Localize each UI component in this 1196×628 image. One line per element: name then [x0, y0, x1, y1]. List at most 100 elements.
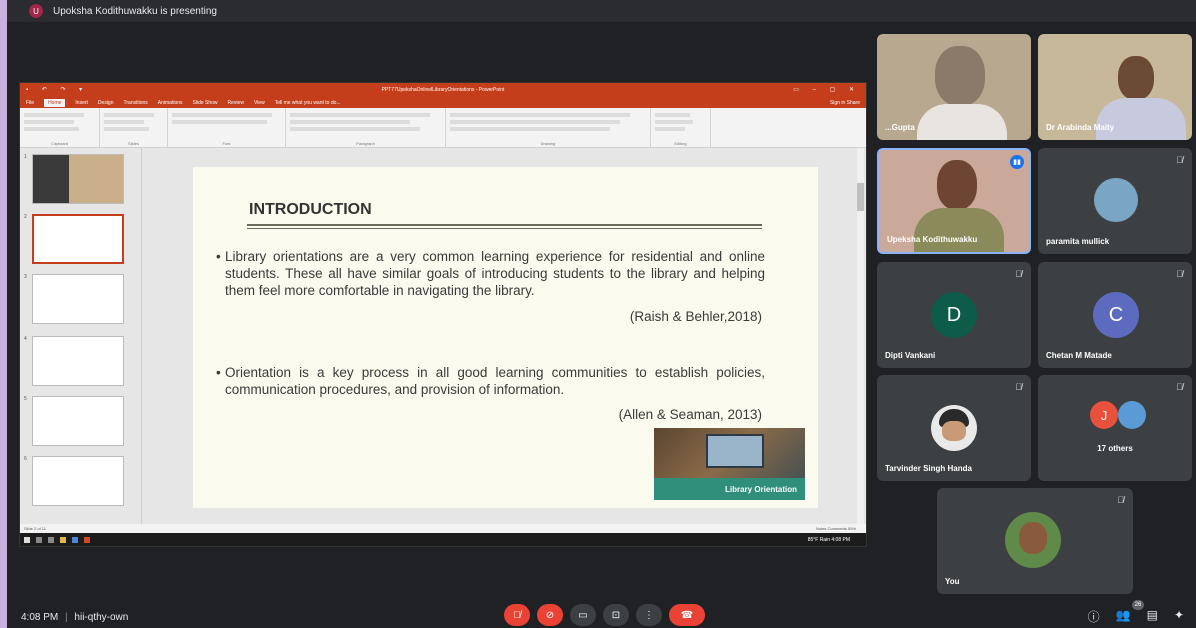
slide-scrollbar	[857, 148, 864, 524]
participant-photo	[931, 405, 977, 451]
more-icon[interactable]: ⋮	[636, 604, 662, 626]
heading-rule	[247, 224, 762, 226]
participant-tile-5[interactable]: 🎙̸ D Dipti Vankani	[877, 262, 1031, 368]
tab-animations: Animations	[157, 99, 183, 106]
speaking-indicator-icon: ▮▮	[1010, 155, 1024, 169]
participant-tile-3[interactable]: ▮▮ Upeksha Kodithuwakku	[877, 148, 1031, 254]
ribbon-group-clipboard: Clipboard	[20, 108, 100, 147]
participant-video	[935, 46, 985, 106]
meeting-code: hii-qthy-own	[74, 612, 129, 623]
slide-thumb-1	[32, 154, 124, 204]
ribbon: Clipboard Slides Font Paragraph Drawing …	[20, 108, 866, 148]
participant-name: ...Gupta	[885, 123, 915, 132]
others-photo	[1118, 401, 1146, 429]
quick-access-icons: ▪ ↶ ↷ ▾	[26, 87, 89, 93]
mic-off-icon[interactable]: 🎙̸	[504, 604, 530, 626]
camera-off-icon[interactable]: ⊘	[537, 604, 563, 626]
powerpoint-titlebar: ▪ ↶ ↷ ▾ PPT77UpekshaOnlinelLibraryOrient…	[20, 83, 866, 97]
slide-thumb-3	[32, 274, 124, 324]
participant-name: paramita mullick	[1046, 237, 1110, 246]
task-view-icon	[48, 536, 54, 543]
info-icon[interactable]: ⓘ	[1088, 608, 1100, 625]
start-icon	[24, 536, 30, 543]
ribbon-group-font: Font	[168, 108, 286, 147]
participant-avatar: D	[931, 292, 977, 338]
participant-name: Dr Arabinda Maity	[1046, 123, 1115, 132]
tab-insert: Insert	[75, 99, 88, 106]
current-slide: INTRODUCTION Library orientations are a …	[193, 167, 818, 508]
call-controls: 🎙̸ ⊘ ▭ ⊡ ⋮ ☎	[504, 604, 705, 626]
powerpoint-body: 1 2 3 4 5 6 INTRODUCTION Library orienta…	[20, 148, 866, 524]
tab-design: Design	[97, 99, 114, 106]
presenter-avatar: U	[29, 4, 43, 18]
ribbon-group-paragraph: Paragraph	[286, 108, 446, 147]
mic-off-icon: 🎙̸	[1176, 269, 1183, 279]
participant-avatar: C	[1093, 292, 1139, 338]
participant-name: Dipti Vankani	[885, 351, 936, 360]
others-count: 17 others	[1097, 444, 1133, 453]
mic-off-icon: 🎙̸	[1117, 495, 1124, 505]
participant-tile-6[interactable]: 🎙̸ C Chetan M Matade	[1038, 262, 1192, 368]
participant-name: Upeksha Kodithuwakku	[887, 235, 978, 244]
meeting-time-code: 4:08 PM | hii-qthy-own	[21, 612, 129, 623]
mic-off-icon: 🎙̸	[1176, 155, 1183, 165]
slide-bullet-1: Library orientations are a very common l…	[216, 248, 765, 299]
tab-home: Home	[44, 98, 66, 107]
participant-tile-others[interactable]: 🎙̸ J 17 others	[1038, 375, 1192, 481]
participant-video	[937, 160, 977, 210]
slide-thumb-5	[32, 396, 124, 446]
windows-taskbar: 85°F Rain 4:08 PM	[20, 533, 866, 546]
tab-slideshow: Slide Show	[192, 99, 218, 106]
window-controls-icon: ▭ – ▢ ✕	[793, 87, 860, 93]
present-icon[interactable]: ⊡	[603, 604, 629, 626]
slide-counter: Slide 2 of 11	[24, 526, 46, 531]
self-tile[interactable]: 🎙̸ You	[937, 488, 1133, 594]
slide-thumb-6	[32, 456, 124, 506]
slide-citation-2: (Allen & Seaman, 2013)	[618, 407, 762, 422]
slide-thumb-4	[32, 336, 124, 386]
people-icon[interactable]: 👥	[1116, 608, 1131, 625]
powerpoint-taskbar-icon	[84, 536, 90, 543]
activities-icon[interactable]: ✦	[1174, 608, 1184, 625]
tab-transitions: Transitions	[123, 99, 148, 106]
meet-window: U Upoksha Kodithuwakku is presenting ▪ ↶…	[7, 0, 1196, 628]
participant-name: Tarvinder Singh Handa	[885, 464, 972, 473]
heading-rule-thin	[247, 228, 762, 229]
search-icon	[36, 536, 42, 543]
chat-icon[interactable]: ▤	[1147, 608, 1158, 625]
slide-thumbnails: 1 2 3 4 5 6	[20, 148, 142, 524]
participant-tile-4[interactable]: 🎙̸ paramita mullick	[1038, 148, 1192, 254]
others-avatar: J	[1090, 401, 1118, 429]
side-controls: ⓘ 👥 ▤ ✦	[1088, 608, 1184, 625]
self-photo	[1005, 512, 1061, 568]
system-tray: 85°F Rain 4:08 PM	[807, 536, 850, 543]
ribbon-group-editing: Editing	[651, 108, 711, 147]
ribbon-tabs: File Home Insert Design Transitions Anim…	[20, 97, 866, 108]
mic-off-icon: 🎙̸	[1015, 269, 1022, 279]
mic-off-icon: 🎙̸	[1176, 382, 1183, 392]
ribbon-group-drawing: Drawing	[446, 108, 651, 147]
explorer-icon	[60, 536, 66, 543]
end-call-icon[interactable]: ☎	[669, 604, 705, 626]
captions-icon[interactable]: ▭	[570, 604, 596, 626]
mic-off-icon: 🎙̸	[1015, 382, 1022, 392]
participant-tile-2[interactable]: Dr Arabinda Maity	[1038, 34, 1192, 140]
slide-heading: INTRODUCTION	[249, 201, 372, 218]
edge-icon	[72, 536, 78, 543]
slide-citation-1: (Raish & Behler,2018)	[629, 309, 762, 324]
participant-tile-7[interactable]: 🎙̸ Tarvinder Singh Handa	[877, 375, 1031, 481]
presenting-bar: U Upoksha Kodithuwakku is presenting	[7, 0, 1196, 22]
participant-tile-1[interactable]: ...Gupta	[877, 34, 1031, 140]
shared-screen: ▪ ↶ ↷ ▾ PPT77UpekshaOnlinelLibraryOrient…	[19, 82, 867, 547]
sign-in-share: Sign in Share	[829, 99, 860, 106]
participant-name: Chetan M Matade	[1046, 351, 1112, 360]
tell-me-box: Tell me what you want to do...	[274, 99, 341, 106]
laptop-illustration	[706, 434, 764, 468]
status-right: Notes Comments 59%	[815, 526, 856, 531]
tab-file: File	[26, 99, 35, 106]
participant-video	[1118, 56, 1154, 100]
slide-bullet-2: Orientation is a key process in all good…	[216, 364, 765, 398]
image-caption: Library Orientation	[654, 478, 805, 500]
tab-view: View	[253, 99, 265, 106]
slide-thumb-2	[32, 214, 124, 264]
